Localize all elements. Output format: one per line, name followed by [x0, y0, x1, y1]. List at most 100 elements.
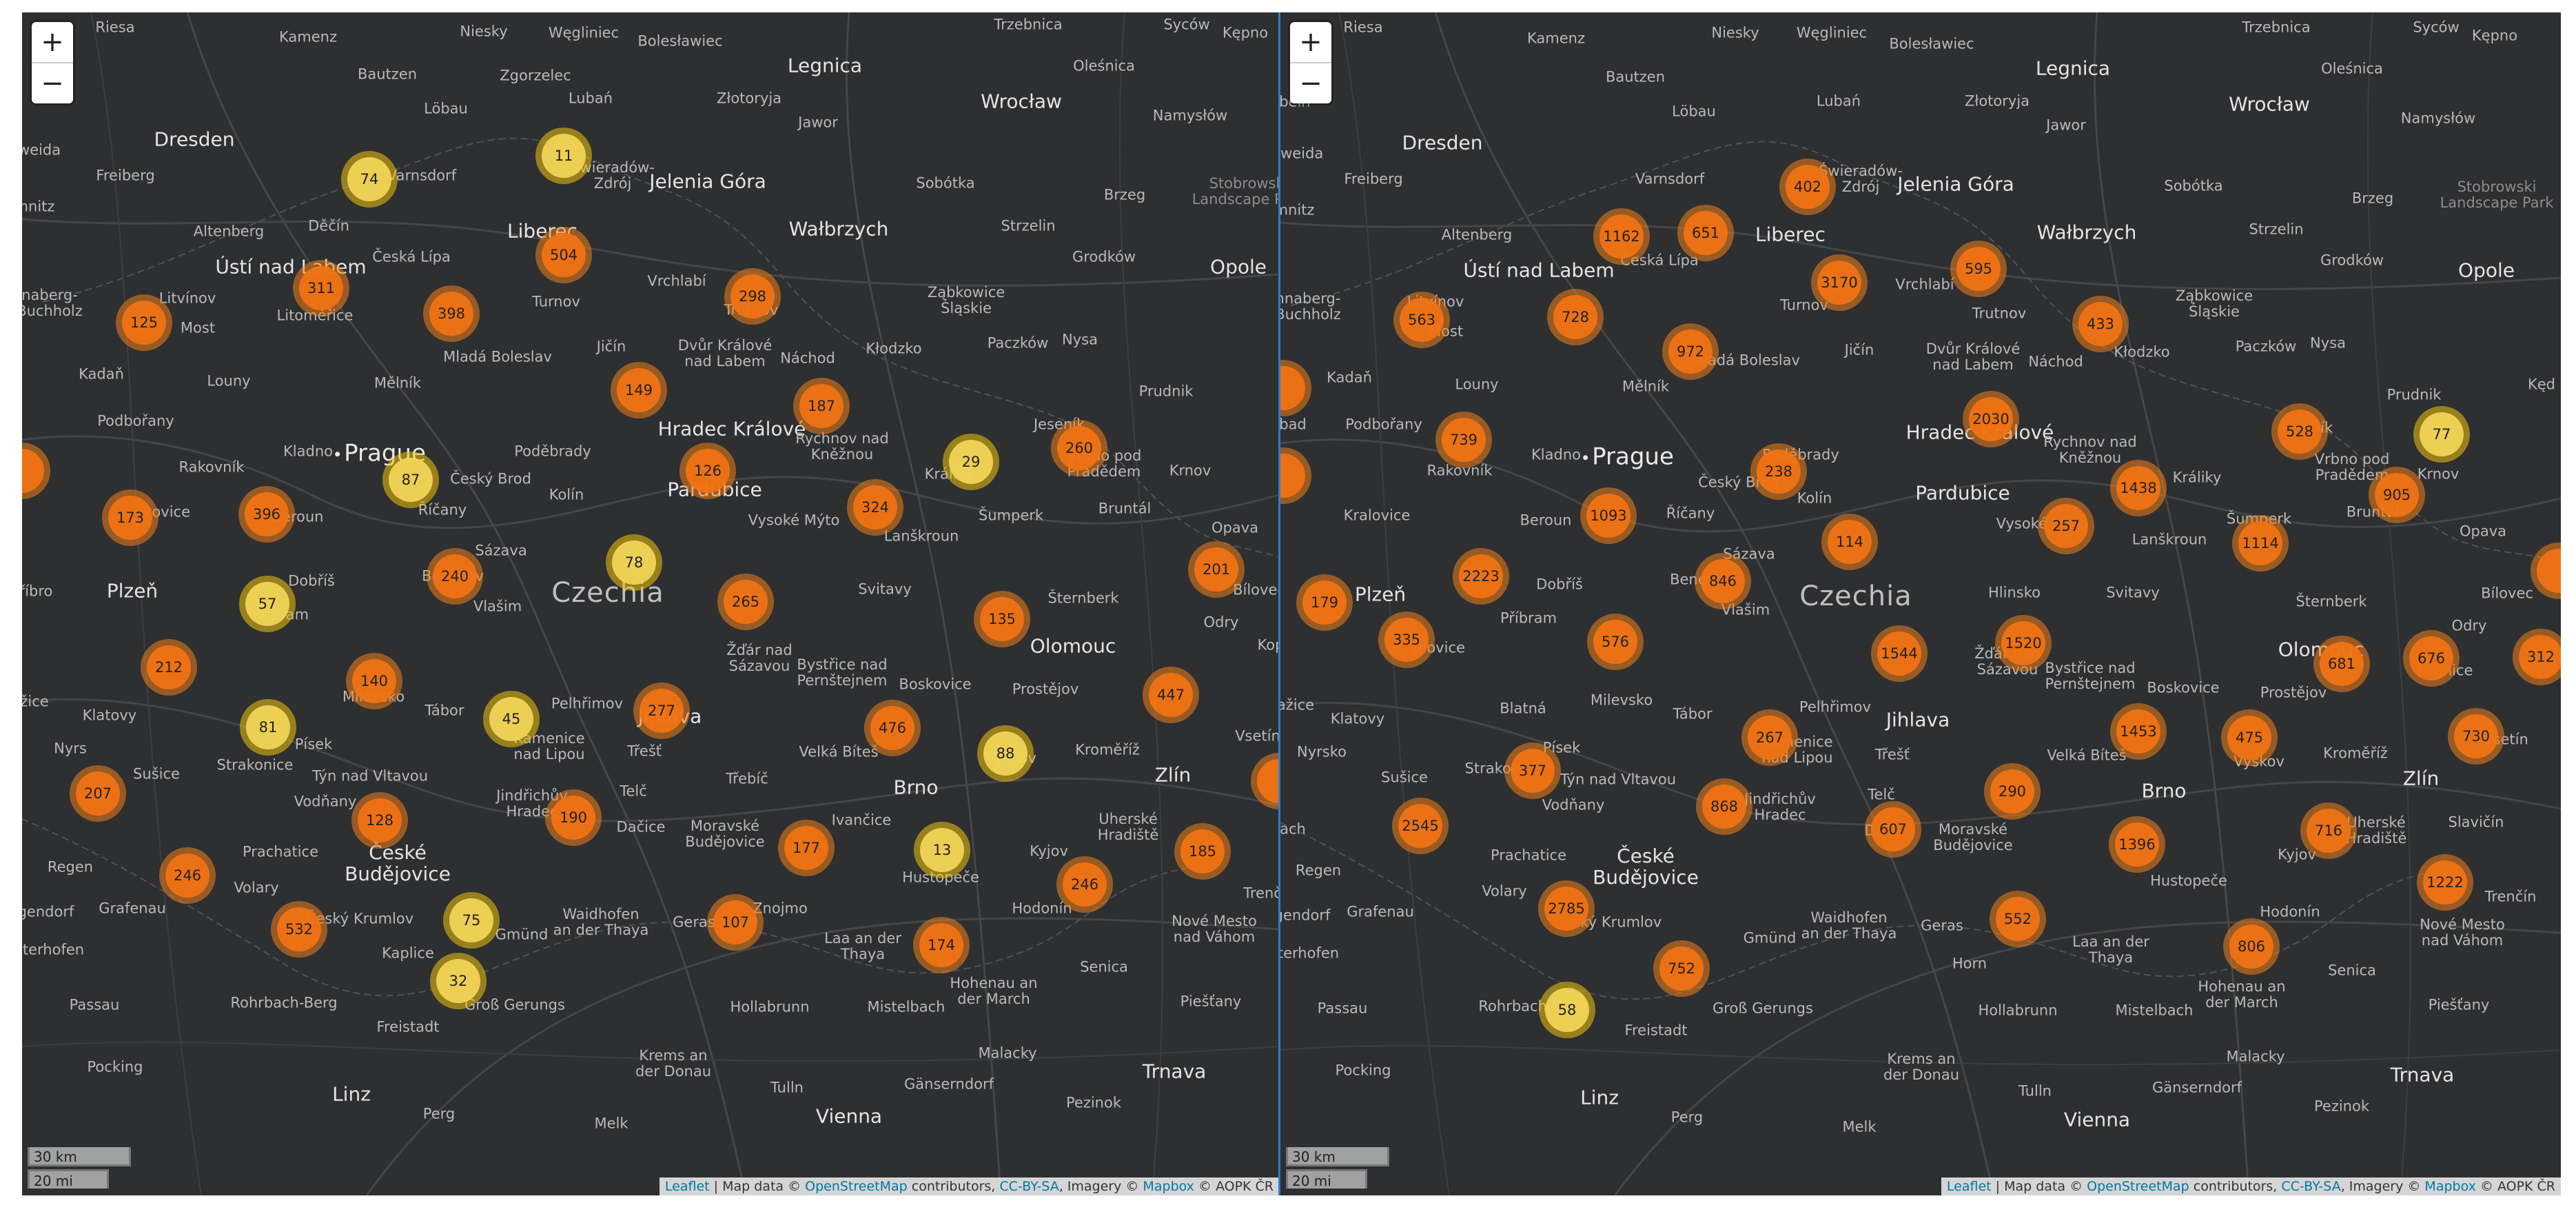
map-panel-right[interactable]: Riesa Kamenz Niesky Węgliniec Bolesławiec Leg… — [1280, 12, 2561, 1195]
osm-link[interactable]: OpenStreetMap — [2087, 1179, 2189, 1194]
marker-cluster[interactable]: 532 — [271, 901, 327, 958]
mapbox-link[interactable]: Mapbox — [1143, 1179, 1194, 1194]
marker-cluster[interactable]: 207 — [70, 765, 126, 822]
marker-cluster[interactable]: 2545 — [1392, 798, 1449, 854]
marker-cluster[interactable]: 730 — [2448, 708, 2504, 765]
marker-cluster[interactable]: 45 — [483, 691, 540, 747]
marker-cluster[interactable]: 476 — [864, 700, 921, 756]
marker-cluster[interactable]: 29 — [943, 434, 999, 490]
marker-cluster[interactable]: 75 — [443, 892, 500, 949]
marker-cluster[interactable]: 868 — [1696, 778, 1752, 835]
marker-cluster[interactable]: 2785 — [1538, 880, 1595, 937]
marker-cluster[interactable]: 576 — [1587, 614, 1644, 670]
marker-cluster[interactable]: 32 — [430, 953, 487, 1009]
marker-cluster[interactable]: 402 — [1779, 159, 1836, 215]
marker-cluster[interactable]: 2030 — [1963, 391, 2019, 447]
zoom-out-button[interactable]: − — [1290, 62, 1331, 103]
marker-cluster[interactable]: 265 — [717, 574, 774, 630]
marker-cluster[interactable]: 475 — [2221, 709, 2278, 766]
marker-cluster[interactable]: 135 — [974, 591, 1030, 647]
marker-cluster[interactable]: 681 — [2313, 636, 2370, 692]
marker-cluster[interactable]: 1438 — [2110, 460, 2167, 516]
marker-cluster[interactable]: 246 — [159, 847, 216, 904]
mapbox-link[interactable]: Mapbox — [2424, 1179, 2475, 1194]
marker-cluster[interactable]: 806 — [2223, 918, 2280, 975]
marker-cluster[interactable]: 846 — [1695, 553, 1751, 609]
marker-cluster[interactable]: 201 — [1188, 541, 1245, 598]
marker-cluster[interactable]: 74 — [341, 151, 398, 208]
marker-cluster[interactable]: 174 — [913, 917, 970, 973]
osm-link[interactable]: OpenStreetMap — [805, 1179, 908, 1194]
marker-cluster[interactable]: 563 — [1393, 292, 1450, 348]
marker-cluster[interactable]: 212 — [141, 639, 197, 696]
marker-cluster[interactable]: 125 — [116, 294, 172, 351]
marker-cluster[interactable]: 267 — [1741, 709, 1798, 766]
marker-cluster[interactable]: 11 — [535, 128, 592, 184]
marker-cluster[interactable]: 607 — [1865, 801, 1921, 858]
marker-cluster[interactable]: 1162 — [1593, 208, 1650, 265]
marker-cluster[interactable]: 88 — [977, 725, 1034, 782]
marker-cluster[interactable]: 13 — [914, 822, 970, 878]
license-link[interactable]: CC-BY-SA — [999, 1179, 1059, 1194]
marker-cluster[interactable]: 126 — [679, 443, 736, 499]
marker-cluster[interactable]: 324 — [847, 479, 903, 536]
marker-cluster[interactable]: 81 — [240, 699, 296, 756]
leaflet-link[interactable]: Leaflet — [1947, 1179, 1992, 1194]
marker-cluster[interactable]: 1114 — [2232, 515, 2289, 572]
marker-cluster[interactable]: 107 — [707, 894, 764, 951]
marker-cluster[interactable]: 716 — [2300, 802, 2357, 859]
marker-cluster[interactable]: 3170 — [1811, 254, 1868, 311]
zoom-control[interactable]: + − — [32, 22, 73, 103]
marker-cluster[interactable]: 240 — [427, 548, 483, 605]
marker-cluster[interactable]: 739 — [1435, 412, 1492, 468]
marker-cluster[interactable]: 528 — [2271, 403, 2328, 460]
marker-cluster[interactable]: 128 — [351, 792, 408, 849]
marker-cluster[interactable]: 114 — [1821, 514, 1878, 570]
marker-cluster[interactable]: 187 — [793, 378, 850, 434]
marker-cluster[interactable]: 595 — [1950, 241, 2007, 297]
marker-cluster[interactable]: 1093 — [1580, 487, 1637, 544]
marker-cluster[interactable]: 57 — [239, 576, 296, 632]
marker-cluster[interactable]: 77 — [2413, 406, 2470, 463]
map-panel-left[interactable]: Riesa Kamenz Niesky Węgliniec Bolesławiec Leg… — [22, 12, 1279, 1195]
zoom-in-button[interactable]: + — [32, 22, 73, 62]
marker-cluster[interactable]: 140 — [346, 653, 402, 709]
marker-cluster[interactable]: 298 — [724, 268, 781, 325]
zoom-control[interactable]: + − — [1290, 22, 1331, 103]
marker-cluster[interactable]: 78 — [606, 534, 662, 591]
marker-cluster[interactable]: 1396 — [2109, 816, 2165, 873]
marker-cluster[interactable]: 190 — [545, 789, 602, 846]
marker-cluster[interactable]: 1544 — [1871, 625, 1928, 682]
marker-cluster[interactable]: 433 — [2072, 296, 2129, 352]
zoom-in-button[interactable]: + — [1290, 22, 1331, 62]
marker-cluster[interactable]: 447 — [1143, 667, 1199, 723]
marker-cluster[interactable]: 311 — [293, 260, 349, 316]
marker-cluster[interactable]: 504 — [535, 227, 592, 283]
marker-cluster[interactable]: 58 — [1539, 982, 1595, 1038]
marker-cluster[interactable]: 177 — [778, 820, 835, 876]
marker-cluster[interactable]: 260 — [1051, 420, 1107, 476]
marker-cluster[interactable]: 676 — [2403, 630, 2460, 687]
marker-cluster[interactable]: 149 — [611, 362, 667, 418]
marker-cluster[interactable]: 87 — [382, 452, 439, 508]
marker-cluster[interactable]: 246 — [1056, 856, 1113, 913]
marker-cluster[interactable]: 2223 — [1453, 548, 1509, 605]
marker-cluster[interactable]: 396 — [238, 486, 295, 543]
leaflet-link[interactable]: Leaflet — [665, 1179, 710, 1194]
marker-cluster[interactable]: 1222 — [2417, 854, 2473, 911]
marker-cluster[interactable]: 179 — [1296, 574, 1353, 631]
marker-cluster[interactable]: 972 — [1662, 323, 1719, 380]
marker-cluster[interactable]: 238 — [1750, 443, 1807, 500]
marker-cluster[interactable]: 335 — [1378, 612, 1435, 668]
marker-cluster[interactable]: 1520 — [1995, 615, 2052, 671]
marker-cluster[interactable]: 905 — [2369, 467, 2425, 523]
marker-cluster[interactable]: 257 — [2038, 498, 2094, 554]
marker-cluster[interactable]: 728 — [1547, 289, 1604, 345]
marker-cluster[interactable]: 752 — [1653, 940, 1710, 997]
marker-cluster[interactable]: 277 — [633, 683, 690, 739]
marker-cluster[interactable]: 552 — [1990, 891, 2046, 947]
marker-cluster[interactable]: 651 — [1677, 205, 1734, 261]
marker-cluster[interactable]: 290 — [1984, 763, 2041, 820]
license-link[interactable]: CC-BY-SA — [2281, 1179, 2340, 1194]
marker-cluster[interactable]: 1453 — [2110, 703, 2167, 760]
